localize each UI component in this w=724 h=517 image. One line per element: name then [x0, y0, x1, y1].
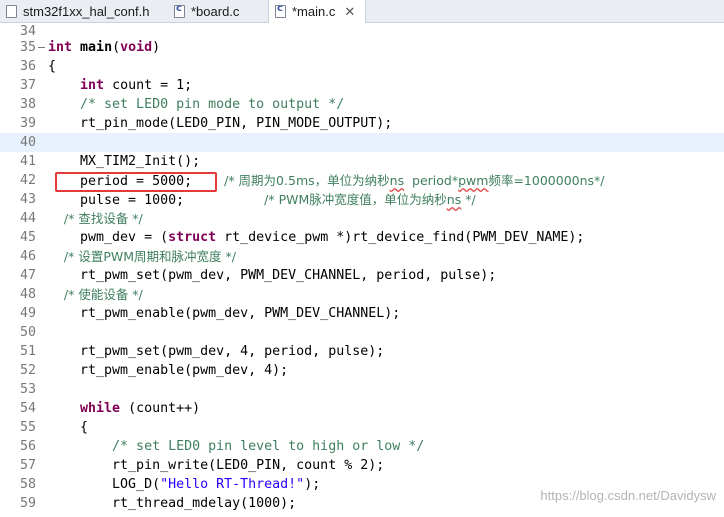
code-text: rt_pin_write(LED0_PIN, count % 2); — [48, 458, 385, 473]
line-number: 50 — [19, 325, 36, 340]
code-text: rt_thread_mdelay(1000); — [48, 496, 297, 511]
code-line: 51 rt_pwm_set(pwm_dev, 4, period, pulse)… — [0, 342, 724, 361]
line-number: 36 — [19, 59, 36, 74]
code-text: pwm_dev = (struct rt_device_pwm *)rt_dev… — [48, 230, 585, 245]
code-line: 57 rt_pin_write(LED0_PIN, count % 2); — [0, 456, 724, 475]
code-line: 38 /* set LED0 pin mode to output */ — [0, 95, 724, 114]
tab-label: stm32f1xx_hal_conf.h — [23, 3, 150, 19]
code-line: 49 rt_pwm_enable(pwm_dev, PWM_DEV_CHANNE… — [0, 304, 724, 323]
code-line: 45 pwm_dev = (struct rt_device_pwm *)rt_… — [0, 228, 724, 247]
code-line: 37 int count = 1; — [0, 76, 724, 95]
current-code-line: 40 — [0, 133, 724, 152]
code-line: 54 while (count++) — [0, 399, 724, 418]
code-text: rt_pin_mode(LED0_PIN, PIN_MODE_OUTPUT); — [48, 116, 393, 131]
code-text: rt_pwm_enable(pwm_dev, PWM_DEV_CHANNEL); — [48, 306, 401, 321]
code-line: 35 int main(void) — [0, 38, 724, 57]
code-comment: /* set LED0 pin level to high or low */ — [48, 439, 425, 454]
code-text: rt_pwm_set(pwm_dev, 4, period, pulse); — [48, 344, 385, 359]
code-line: 55 { — [0, 418, 724, 437]
line-number: 57 — [19, 458, 36, 473]
code-line: 36 { — [0, 57, 724, 76]
line-number: 44 — [19, 211, 36, 226]
code-text: rt_pwm_enable(pwm_dev, 4); — [48, 363, 289, 378]
code-text: while (count++) — [80, 401, 201, 416]
code-comment: /* set LED0 pin mode to output */ — [48, 97, 345, 112]
editor-tab-bar: stm32f1xx_hal_conf.h *board.c *main.c ✕ — [0, 0, 724, 23]
code-editor[interactable]: 34 35 int main(void) 36{ 37 int count = 1… — [0, 22, 724, 517]
watermark: https://blog.csdn.net/Davidysw — [540, 488, 716, 503]
code-text: int main(void) — [48, 40, 161, 55]
code-line: 44 /* 查找设备 */ — [0, 209, 724, 228]
line-number: 48 — [19, 287, 36, 302]
line-number: 39 — [19, 116, 36, 131]
code-comment: /* 设置PWM周期和脉冲宽度 */ — [48, 249, 236, 264]
tab-stm32f1xx-hal-conf-h[interactable]: stm32f1xx_hal_conf.h — [6, 0, 149, 22]
line-number: 35 — [19, 40, 36, 55]
annotation-highlight-box — [55, 172, 217, 192]
code-line: 46 /* 设置PWM周期和脉冲宽度 */ — [0, 247, 724, 266]
fold-collapse-icon[interactable] — [38, 44, 45, 51]
line-number: 40 — [19, 135, 36, 150]
code-line: 52 rt_pwm_enable(pwm_dev, 4); — [0, 361, 724, 380]
line-number: 38 — [19, 97, 36, 112]
header-file-icon — [6, 4, 17, 18]
code-line: 56 /* set LED0 pin level to high or low … — [0, 437, 724, 456]
tab-board-c[interactable]: *board.c — [174, 0, 239, 22]
code-comment: /* 查找设备 */ — [48, 211, 143, 226]
code-line: 53 — [0, 380, 724, 399]
line-number: 47 — [19, 268, 36, 283]
code-text: { — [48, 420, 89, 435]
code-text: MX_TIM2_Init(); — [48, 154, 201, 169]
code-text: int count = 1; — [80, 78, 193, 93]
code-line: 39 rt_pin_mode(LED0_PIN, PIN_MODE_OUTPUT… — [0, 114, 724, 133]
line-number: 54 — [19, 401, 36, 416]
c-file-icon — [275, 3, 286, 18]
line-number: 58 — [19, 477, 36, 492]
line-number: 59 — [19, 496, 36, 511]
close-icon[interactable]: ✕ — [344, 4, 355, 20]
line-number: 52 — [19, 363, 36, 378]
code-line: 43 pulse = 1000; /* PWM脉冲宽度值，单位为纳秒ns */ — [0, 190, 724, 209]
line-number: 49 — [19, 306, 36, 321]
code-line: 41 MX_TIM2_Init(); — [0, 152, 724, 171]
line-number: 45 — [19, 230, 36, 245]
line-number: 56 — [19, 439, 36, 454]
c-file-icon — [174, 3, 185, 18]
code-line: 48 /* 使能设备 */ — [0, 285, 724, 304]
tab-label: *board.c — [191, 3, 240, 19]
code-text: pulse = 1000; /* PWM脉冲宽度值，单位为纳秒ns */ — [48, 192, 476, 208]
code-comment: /* 使能设备 */ — [48, 287, 143, 302]
line-number: 53 — [19, 382, 36, 397]
code-text: { — [48, 59, 57, 74]
line-number: 55 — [19, 420, 36, 435]
tab-main-c[interactable]: *main.c ✕ — [268, 0, 367, 23]
code-text: rt_pwm_set(pwm_dev, PWM_DEV_CHANNEL, per… — [48, 268, 497, 283]
tab-label: *main.c — [292, 4, 336, 19]
code-line: 50 — [0, 323, 724, 342]
line-number: 37 — [19, 78, 36, 93]
line-number: 42 — [19, 173, 36, 188]
code-text: LOG_D("Hello RT-Thread!"); — [48, 477, 321, 492]
code-line: 47 rt_pwm_set(pwm_dev, PWM_DEV_CHANNEL, … — [0, 266, 724, 285]
line-number: 46 — [19, 249, 36, 264]
line-number: 41 — [19, 154, 36, 169]
line-number: 51 — [19, 344, 36, 359]
line-number: 43 — [19, 192, 36, 207]
